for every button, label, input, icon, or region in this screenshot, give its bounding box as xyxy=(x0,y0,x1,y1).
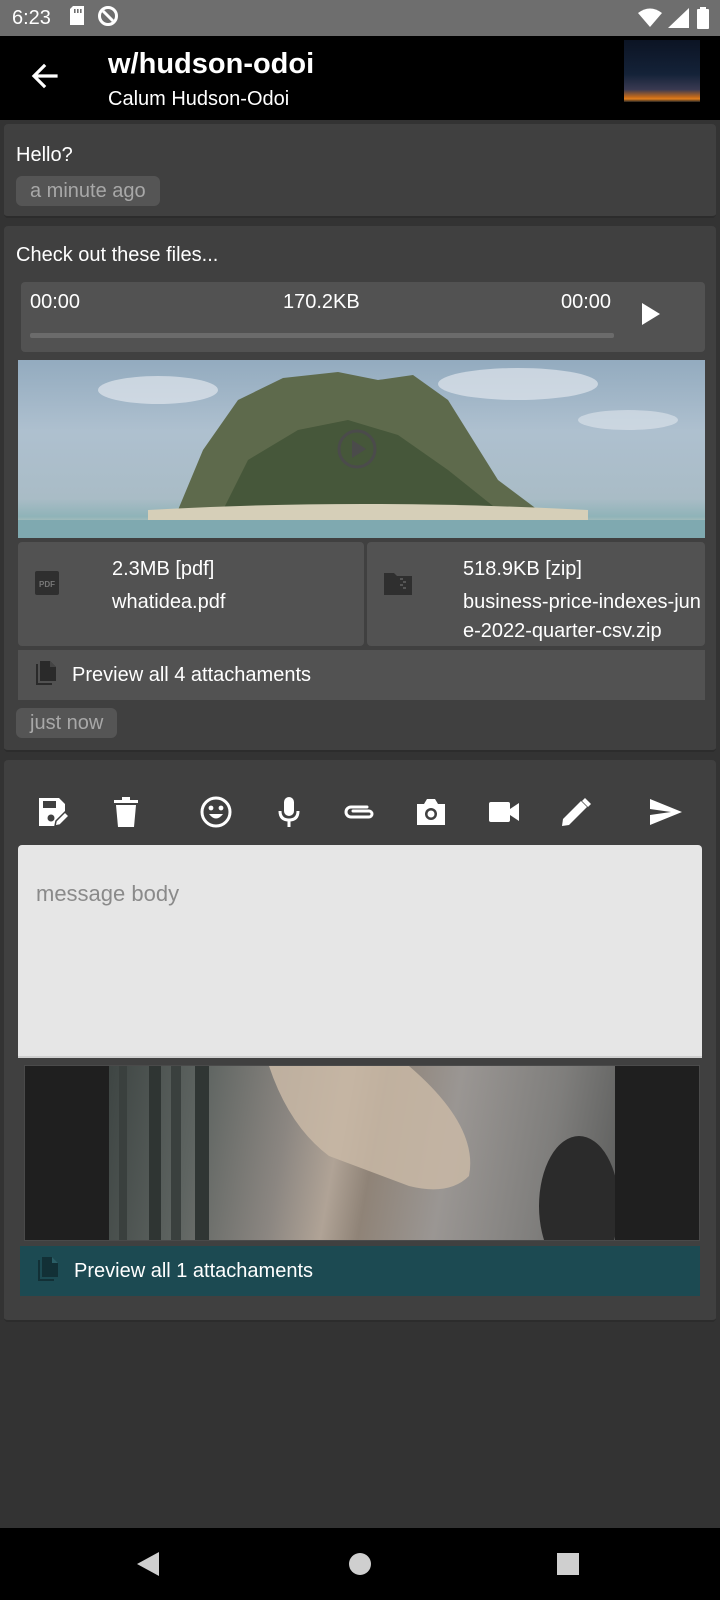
message-body-input[interactable] xyxy=(18,845,702,1058)
play-circle-icon[interactable] xyxy=(336,428,378,475)
audio-elapsed: 00:00 xyxy=(30,291,81,313)
attach-icon[interactable] xyxy=(340,792,380,832)
edit-icon[interactable] xyxy=(556,792,596,832)
sd-card-icon xyxy=(69,5,85,31)
save-draft-icon[interactable] xyxy=(33,792,73,832)
audio-duration: 00:00 xyxy=(561,291,612,313)
preview-label: Preview all 1 attachaments xyxy=(74,1259,314,1282)
video-attachment[interactable] xyxy=(18,360,705,538)
message-time: a minute ago xyxy=(16,176,160,206)
audio-size: 170.2KB xyxy=(283,291,360,313)
delete-icon[interactable] xyxy=(106,792,146,832)
file-copy-icon xyxy=(36,1256,60,1287)
preview-attachments-button[interactable]: Preview all 1 attachaments xyxy=(20,1246,700,1296)
message-card[interactable]: Check out these files... 00:00 170.2KB 0… xyxy=(4,226,716,752)
file-name: business-price-indexes-june-2022-quarter… xyxy=(463,591,701,642)
emoji-icon[interactable] xyxy=(196,792,236,832)
send-icon[interactable] xyxy=(646,792,686,832)
arrow-back-icon xyxy=(30,62,58,95)
home-circle-icon[interactable] xyxy=(348,1552,372,1581)
status-bar: 6:23 xyxy=(0,0,720,36)
conversation-title: w/hudson-odoi xyxy=(108,48,315,80)
file-size: 518.9KB [zip] xyxy=(463,558,582,580)
message-text: Check out these files... xyxy=(16,244,219,266)
wifi-icon xyxy=(638,8,662,33)
status-time: 6:23 xyxy=(12,6,51,29)
signal-icon xyxy=(668,8,690,33)
back-triangle-icon[interactable] xyxy=(135,1550,161,1583)
message-card[interactable]: Hello? a minute ago xyxy=(4,124,716,218)
pdf-icon: PDF xyxy=(34,570,60,601)
zip-folder-icon xyxy=(383,570,413,601)
svg-text:PDF: PDF xyxy=(39,580,55,589)
file-name: whatidea.pdf xyxy=(112,591,226,613)
audio-seekbar[interactable] xyxy=(30,333,614,338)
message-text: Hello? xyxy=(16,144,73,166)
message-time: just now xyxy=(16,708,118,738)
battery-icon xyxy=(696,7,710,34)
file-attachment[interactable]: 518.9KB [zip] business-price-indexes-jun… xyxy=(367,542,705,646)
play-icon[interactable] xyxy=(641,302,661,331)
recents-square-icon[interactable] xyxy=(556,1552,580,1581)
data-saver-icon xyxy=(97,5,119,32)
back-button[interactable] xyxy=(24,58,64,98)
microphone-icon[interactable] xyxy=(269,792,309,832)
navigation-bar xyxy=(0,1528,720,1600)
image-attachment[interactable] xyxy=(24,1065,700,1241)
audio-player[interactable]: 00:00 170.2KB 00:00 xyxy=(21,282,705,352)
avatar[interactable] xyxy=(624,40,700,102)
file-attachment[interactable]: PDF 2.3MB [pdf] whatidea.pdf xyxy=(18,542,364,646)
camera-icon[interactable] xyxy=(411,792,451,832)
conversation-subtitle: Calum Hudson-Odoi xyxy=(108,88,290,110)
preview-attachments-button[interactable]: Preview all 4 attachaments xyxy=(18,650,705,700)
file-copy-icon xyxy=(34,660,58,691)
videocam-icon[interactable] xyxy=(484,792,524,832)
attachment-image xyxy=(109,1066,615,1240)
app-bar: w/hudson-odoi Calum Hudson-Odoi xyxy=(0,36,720,120)
file-size: 2.3MB [pdf] xyxy=(112,558,215,580)
preview-label: Preview all 4 attachaments xyxy=(72,663,312,686)
